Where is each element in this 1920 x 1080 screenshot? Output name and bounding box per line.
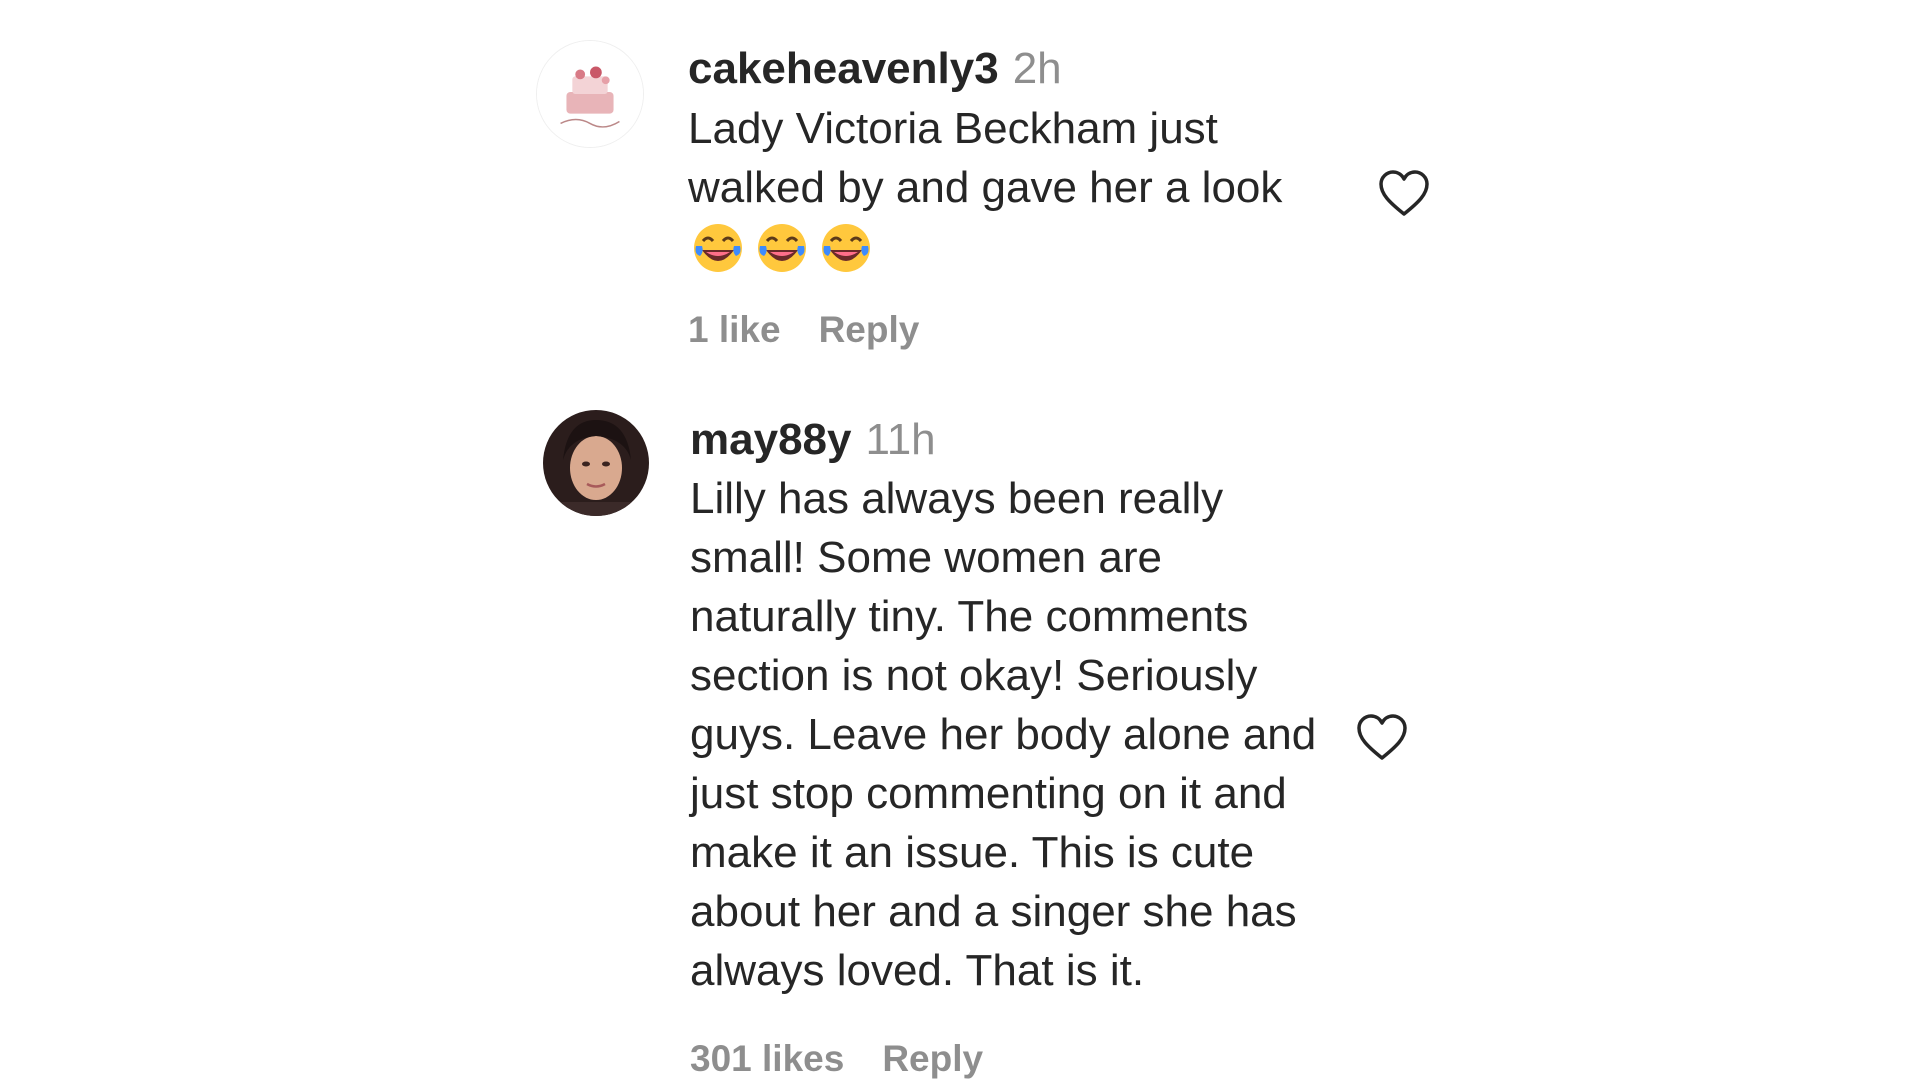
comment-text-line: walked by and gave her a look [688, 162, 1283, 212]
username-link[interactable]: may88y [690, 415, 851, 464]
comment-text-line: make it an issue. This is cute [690, 828, 1255, 877]
comment-header: may88y 11h [690, 411, 1330, 469]
comment-header: cakeheavenly3 2h [688, 40, 1328, 98]
face-with-tears-of-joy-icon [820, 222, 872, 274]
comment-text-line: about her and a singer she has [690, 887, 1297, 936]
comment-text: Lady Victoria Beckham just walked by and… [688, 100, 1328, 217]
likes-count[interactable]: 301 likes [690, 1038, 844, 1079]
reply-button[interactable]: Reply [882, 1038, 983, 1079]
comment-text-line: naturally tiny. The comments [690, 592, 1249, 641]
emoji-row [692, 219, 1328, 277]
comment-text-line: small! Some women are [690, 533, 1162, 582]
comment-content: cakeheavenly3 2h Lady Victoria Beckham ju… [688, 40, 1328, 351]
comment-text-line: just stop commenting on it and [690, 769, 1287, 818]
reply-button[interactable]: Reply [819, 309, 920, 350]
comment-actions: 301 likes Reply [690, 1038, 1330, 1080]
comment-timestamp: 11h [865, 415, 936, 464]
likes-count[interactable]: 1 like [688, 309, 781, 350]
cake-avatar[interactable] [536, 40, 644, 148]
comment-text-line: Lady Victoria Beckham just [688, 104, 1218, 153]
face-with-tears-of-joy-icon [756, 222, 808, 274]
face-with-tears-of-joy-icon [692, 222, 744, 274]
profile-photo-avatar[interactable] [543, 410, 649, 516]
comment-text-line: section is not okay! Seriously [690, 651, 1258, 700]
heart-outline-icon[interactable] [1355, 712, 1409, 762]
comment-text: Lilly has always been really small! Some… [690, 469, 1330, 1000]
comment-content: may88y 11h Lilly has always been really s… [690, 411, 1330, 1080]
comment-timestamp: 2h [1012, 44, 1062, 93]
heart-outline-icon[interactable] [1377, 168, 1431, 218]
comment-text-line: Lilly has always been really [690, 474, 1224, 523]
comment-text-line: guys. Leave her body alone and [690, 710, 1317, 759]
comment-text-line: always loved. That is it. [690, 946, 1145, 995]
username-link[interactable]: cakeheavenly3 [688, 44, 999, 93]
comment-actions: 1 like Reply [688, 309, 1328, 351]
